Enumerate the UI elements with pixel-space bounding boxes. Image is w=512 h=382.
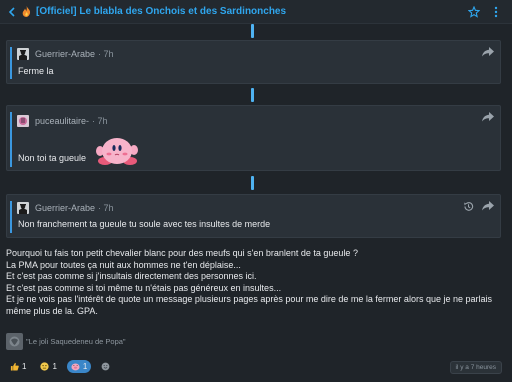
reaction-count: 1: [22, 362, 27, 371]
thread-connector: [251, 176, 254, 190]
quote-text: Non toi ta gueule: [18, 153, 87, 163]
quote-bar: [10, 47, 12, 79]
reaction-count: 1: [82, 362, 88, 371]
avatar: [17, 202, 29, 214]
menu-button[interactable]: [489, 5, 502, 18]
quote-time: · 7h: [92, 116, 108, 126]
signature-image: [6, 333, 23, 350]
back-button[interactable]: [6, 6, 18, 18]
more-vertical-icon: [494, 6, 497, 17]
share-icon[interactable]: [482, 47, 494, 57]
topic-header: [Officiel] Le blabla des Onchois et des …: [0, 0, 512, 24]
reactions-bar: 1 1 1: [6, 360, 114, 373]
signature-text: "Le joli Saquedeneu de Popa": [26, 337, 126, 346]
quote-author[interactable]: Guerrier-Arabe: [35, 203, 95, 213]
message-line: Et je ne vois pas l'intérêt de quote un …: [6, 294, 492, 304]
thread-connector: [251, 88, 254, 102]
signature: "Le joli Saquedeneu de Popa": [6, 333, 126, 350]
add-reaction-button[interactable]: [97, 360, 114, 373]
message-line: Et c'est pas comme si j'insultais direct…: [6, 271, 257, 281]
kirby-sticker: [96, 137, 138, 167]
quote-time: · 7h: [98, 49, 114, 59]
reaction-thumbs-up[interactable]: 1: [6, 360, 30, 373]
avatar: [17, 115, 29, 127]
quote-text: Non franchement ta gueule tu soule avec …: [18, 219, 271, 229]
reaction-neutral-face[interactable]: 1: [36, 360, 60, 373]
star-button[interactable]: [467, 5, 480, 18]
add-reaction-icon: [101, 362, 110, 371]
quote-bar: [10, 112, 12, 167]
thumbs-up-emoji: [10, 362, 19, 371]
quote-time: · 7h: [98, 203, 114, 213]
history-icon[interactable]: [463, 201, 474, 212]
flame-icon: [22, 6, 32, 18]
message-line: Et c'est pas comme si toi même tu n'étai…: [6, 282, 282, 293]
quote-author[interactable]: puceaulitaire-: [35, 116, 89, 126]
share-icon[interactable]: [482, 112, 494, 122]
star-icon: [467, 5, 480, 18]
quote-text: Ferme la: [18, 66, 54, 76]
topic-title: [Officiel] Le blabla des Onchois et des …: [36, 6, 287, 17]
chevron-left-icon: [8, 6, 15, 17]
message-body: Pourquoi tu fais ton petit chevalier bla…: [6, 248, 506, 317]
message-line: La PMA pour toutes ça nuit aux hommes ne…: [6, 259, 241, 270]
quoted-message[interactable]: Guerrier-Arabe · 7h Ferme la: [6, 40, 501, 84]
avatar: [17, 48, 29, 60]
share-icon[interactable]: [482, 201, 494, 211]
post-timestamp: il y a 7 heures: [449, 361, 502, 374]
quote-bar: [10, 201, 12, 233]
reaction-pig[interactable]: 1: [66, 360, 92, 373]
pig-emoji: [71, 363, 80, 371]
quoted-message[interactable]: Guerrier-Arabe · 7h Non franchement ta g…: [6, 194, 501, 238]
quoted-message[interactable]: puceaulitaire- · 7h Non toi ta gueule: [6, 105, 501, 171]
message-line: même plus de la. GPA.: [6, 305, 98, 316]
quote-author[interactable]: Guerrier-Arabe: [35, 49, 95, 59]
thread-connector: [251, 24, 254, 38]
reaction-count: 1: [52, 362, 57, 371]
neutral-face-emoji: [40, 362, 50, 371]
message-line: Pourquoi tu fais ton petit chevalier bla…: [6, 248, 358, 258]
